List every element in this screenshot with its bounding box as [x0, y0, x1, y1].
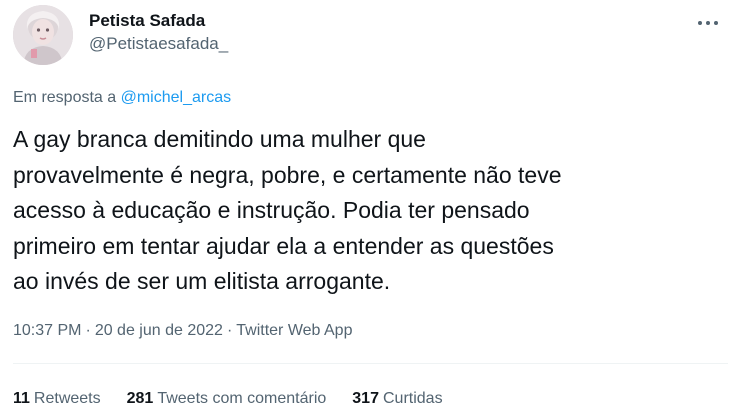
tweet-stats: 11 Retweets 281 Tweets com comentário 317 C…	[13, 389, 443, 409]
avatar-image	[13, 5, 73, 65]
retweets-label: Retweets	[33, 390, 101, 407]
reply-prefix: Em resposta a	[13, 89, 117, 106]
quote-tweets-count: 281	[126, 390, 154, 407]
tweet-date[interactable]: 20 de jun de 2022	[95, 322, 223, 339]
tweet-source[interactable]: Twitter Web App	[236, 322, 352, 339]
meta-separator: ·	[226, 322, 233, 339]
author-display-name[interactable]: Petista Safada	[89, 11, 205, 31]
likes-count: 317	[352, 390, 379, 407]
reply-mention-link[interactable]: @michel_arcas	[121, 89, 232, 106]
likes-stat[interactable]: 317 Curtidas	[352, 389, 442, 409]
likes-label: Curtidas	[382, 390, 443, 407]
author-handle[interactable]: @Petistaesafada_	[89, 34, 228, 54]
more-horizontal-icon-dot	[706, 21, 710, 25]
retweets-stat[interactable]: 11 Retweets	[13, 389, 101, 409]
tweet-time[interactable]: 10:37 PM	[13, 322, 81, 339]
reply-context: Em resposta a @michel_arcas	[13, 88, 231, 108]
retweets-count: 11	[13, 390, 30, 407]
meta-separator: ·	[85, 322, 91, 339]
quote-tweets-stat[interactable]: 281 Tweets com comentário	[127, 389, 327, 409]
more-horizontal-icon	[698, 21, 702, 25]
more-horizontal-icon-dot	[714, 21, 718, 25]
divider	[13, 363, 728, 364]
tweet-meta: 10:37 PM · 20 de jun de 2022 · Twitter Web A…	[13, 321, 352, 341]
more-options-button[interactable]	[688, 8, 728, 38]
quote-tweets-label: Tweets com comentário	[157, 390, 327, 407]
tweet-card: Petista Safada @Petistaesafada_ Em respo…	[0, 0, 736, 420]
avatar[interactable]	[13, 5, 73, 65]
tweet-text: A gay branca demitindo uma mulher que pr…	[13, 126, 562, 294]
